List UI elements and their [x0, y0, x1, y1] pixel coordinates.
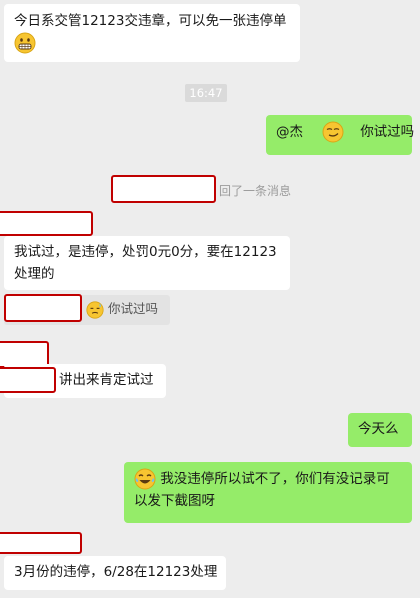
- mention-text: @杰: [276, 124, 303, 140]
- message-text: 我试过，是违停，处罚0元0分，要在12123: [14, 244, 277, 260]
- grimacing-emoji-icon: [14, 32, 36, 54]
- quote-text: 你试过吗: [107, 301, 158, 316]
- message-bubble-incoming[interactable]: 我试过，是违停，处罚0元0分，要在12123 处理的: [4, 236, 290, 290]
- redacted-name: [0, 532, 82, 554]
- message-bubble-incoming[interactable]: 3月份的违停，6/28在12123处理: [4, 556, 226, 590]
- message-text: 今日系交管12123交违章，可以免一张违停单: [14, 13, 287, 29]
- redacted-name: [0, 211, 93, 236]
- recall-notice: 回了一条消息: [219, 184, 292, 198]
- sweat-emoji-icon: [86, 300, 104, 319]
- message-bubble-outgoing[interactable]: 我没违停所以试不了，你们有没记录可 以发下截图呀: [124, 462, 412, 523]
- message-text: 处理的: [14, 266, 55, 282]
- message-text: 讲出来肯定试过: [59, 372, 154, 388]
- message-text: 我没违停所以试不了，你们有没记录可: [160, 471, 390, 487]
- message-text: 你试过吗: [360, 124, 415, 140]
- timestamp: 16:47: [185, 84, 227, 102]
- message-bubble-incoming[interactable]: 今日系交管12123交违章，可以免一张违停单: [4, 4, 300, 62]
- message-text: 3月份的违停，6/28在12123处理: [14, 564, 218, 580]
- redacted-name: [4, 294, 82, 322]
- message-text: 以发下截图呀: [134, 493, 215, 509]
- redacted-name: [0, 367, 56, 393]
- smirk-emoji-icon: [322, 121, 344, 143]
- redacted-name: [111, 175, 216, 203]
- laughing-tears-emoji-icon: [134, 468, 156, 490]
- message-bubble-outgoing[interactable]: @杰 你试过吗: [266, 115, 415, 155]
- message-text: 今天么: [358, 421, 399, 437]
- message-bubble-outgoing[interactable]: 今天么: [348, 413, 412, 447]
